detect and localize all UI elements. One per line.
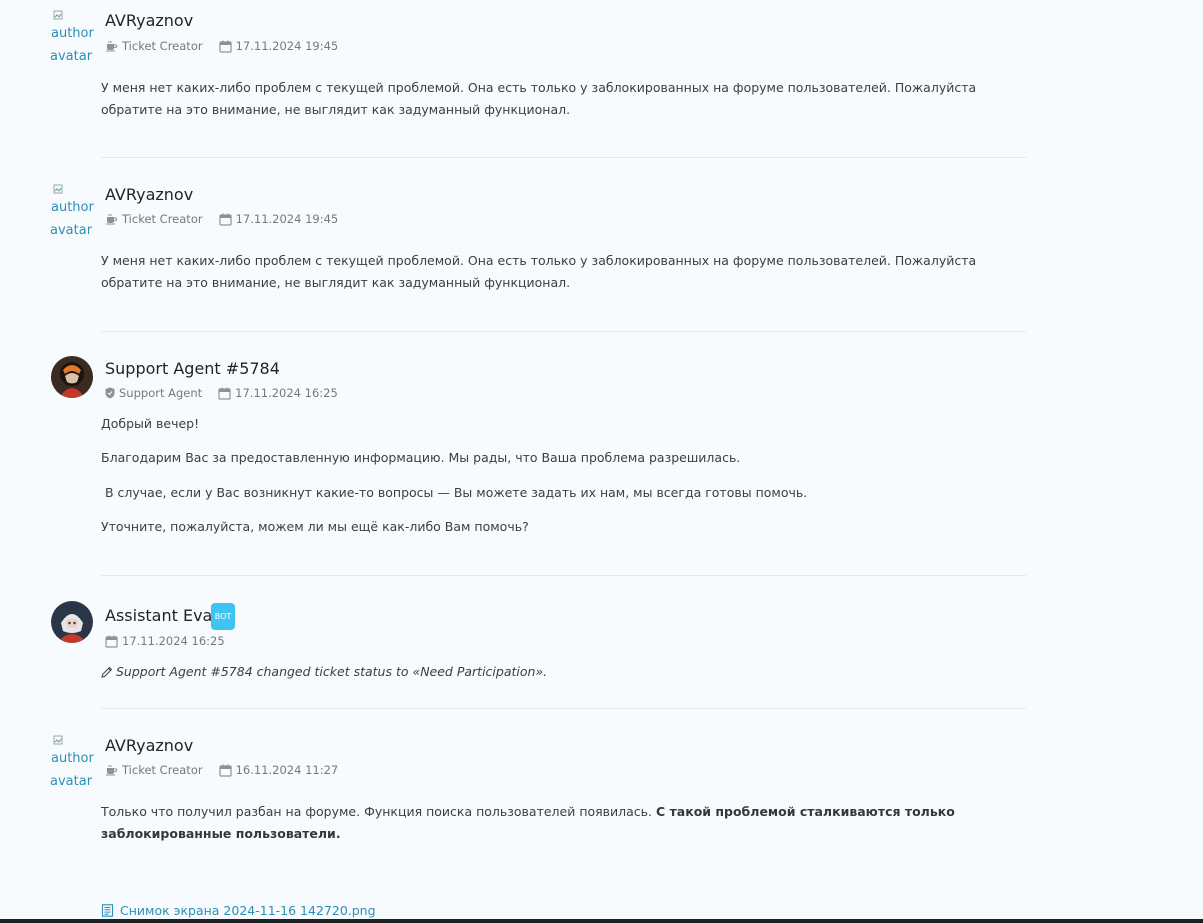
calendar-icon bbox=[218, 764, 232, 777]
divider bbox=[101, 575, 1026, 576]
coffee-cup-icon bbox=[106, 765, 118, 776]
status-text: Support Agent #5784 changed ticket statu… bbox=[116, 664, 548, 679]
post-paragraph: Благодарим Вас за предоставленную информ… bbox=[101, 450, 741, 465]
shield-icon bbox=[105, 387, 115, 399]
role-label: Support Agent bbox=[119, 386, 203, 400]
post-paragraph: В случае, если у Вас возникнут какие-то … bbox=[101, 485, 808, 500]
attachment-link[interactable]: Снимок экрана 2024-11-16 142720.png bbox=[101, 903, 376, 918]
coffee-cup-icon bbox=[106, 41, 118, 52]
avatar-alt-text: author bbox=[51, 200, 94, 215]
avatar[interactable] bbox=[51, 356, 93, 398]
document-icon bbox=[101, 904, 114, 917]
post-text-plain: Только что получил разбан на форуме. Фун… bbox=[101, 804, 656, 819]
post-date: 17.11.2024 19:45 bbox=[235, 39, 339, 53]
calendar-icon bbox=[218, 213, 232, 226]
bot-avatar-image bbox=[51, 601, 93, 643]
post-meta: Ticket Creator 17.11.2024 19:45 bbox=[105, 39, 338, 53]
author-name[interactable]: Assistant Eva bbox=[105, 606, 212, 625]
post-paragraph: Добрый вечер! bbox=[101, 416, 200, 431]
post-meta: Ticket Creator 17.11.2024 19:45 bbox=[105, 212, 338, 226]
role-label: Ticket Creator bbox=[122, 39, 203, 53]
post-body: Только что получил разбан на форуме. Фун… bbox=[101, 801, 1031, 845]
broken-image-icon bbox=[53, 735, 63, 745]
divider bbox=[101, 708, 1026, 709]
status-change-note: Support Agent #5784 changed ticket statu… bbox=[101, 664, 547, 679]
bot-badge: BOT bbox=[211, 603, 235, 630]
post-date: 17.11.2024 19:45 bbox=[235, 212, 339, 226]
post-body: У меня нет каких-либо проблем с текущей … bbox=[101, 250, 1031, 294]
attachment-name: Снимок экрана 2024-11-16 142720.png bbox=[120, 903, 376, 918]
role-label: Ticket Creator bbox=[122, 212, 203, 226]
avatar-alt-text: author bbox=[51, 751, 94, 766]
calendar-icon bbox=[218, 40, 232, 53]
post-body: У меня нет каких-либо проблем с текущей … bbox=[101, 77, 1031, 121]
avatar-alt-text: avatar bbox=[50, 774, 93, 789]
avatar[interactable]: author avatar bbox=[50, 184, 94, 244]
author-name[interactable]: Support Agent #5784 bbox=[105, 359, 280, 378]
calendar-icon bbox=[105, 635, 118, 648]
author-name[interactable]: AVRyaznov bbox=[105, 11, 193, 30]
calendar-icon bbox=[218, 387, 231, 400]
avatar[interactable]: author avatar bbox=[50, 10, 94, 70]
post-date: 17.11.2024 16:25 bbox=[122, 634, 225, 648]
avatar-alt-text: avatar bbox=[50, 49, 93, 64]
avatar-alt-text: author bbox=[51, 26, 94, 41]
divider bbox=[101, 331, 1026, 332]
post-paragraph: Уточните, пожалуйста, можем ли мы ещё ка… bbox=[101, 519, 529, 534]
post-text: У меня нет каких-либо проблем с текущей … bbox=[101, 80, 977, 117]
bottom-edge-bar bbox=[0, 919, 1203, 923]
avatar-alt-text: avatar bbox=[50, 223, 93, 238]
divider bbox=[101, 157, 1026, 158]
pencil-icon bbox=[101, 666, 113, 678]
post-date: 16.11.2024 11:27 bbox=[235, 763, 339, 777]
post-date: 17.11.2024 16:25 bbox=[235, 386, 338, 400]
broken-image-icon bbox=[53, 184, 63, 194]
coffee-cup-icon bbox=[106, 214, 118, 225]
avatar[interactable] bbox=[51, 601, 93, 643]
post-text: У меня нет каких-либо проблем с текущей … bbox=[101, 253, 977, 290]
post-meta: Support Agent 17.11.2024 16:25 bbox=[105, 386, 338, 400]
agent-avatar-image bbox=[51, 356, 93, 398]
post-meta: 17.11.2024 16:25 bbox=[105, 634, 225, 648]
avatar[interactable]: author avatar bbox=[50, 735, 94, 795]
broken-image-icon bbox=[53, 10, 63, 20]
role-label: Ticket Creator bbox=[122, 763, 203, 777]
author-name[interactable]: AVRyaznov bbox=[105, 185, 193, 204]
author-name[interactable]: AVRyaznov bbox=[105, 736, 193, 755]
post-meta: Ticket Creator 16.11.2024 11:27 bbox=[105, 763, 338, 777]
post-text: Только что получил разбан на форуме. Фун… bbox=[101, 801, 1031, 845]
post-body: Добрый вечер! Благодарим Вас за предоста… bbox=[101, 413, 1031, 538]
